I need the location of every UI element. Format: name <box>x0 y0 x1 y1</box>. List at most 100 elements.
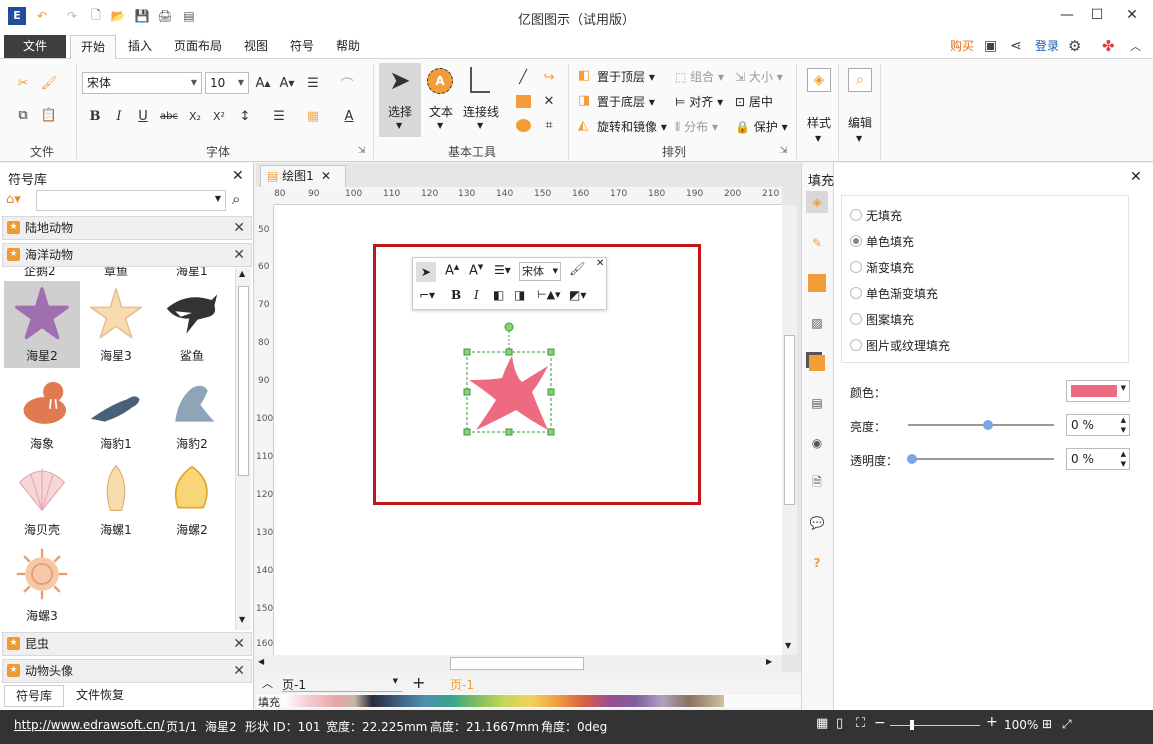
website-link[interactable]: http://www.edrawsoft.cn/ <box>14 718 164 732</box>
radio-picture-fill[interactable] <box>850 339 862 351</box>
tab-file-recovery[interactable]: 文件恢复 <box>66 685 134 707</box>
library-close-icon[interactable]: ✕ <box>232 168 244 184</box>
size-button[interactable]: ⇲ 大小 ▾ <box>735 68 783 85</box>
library-search-icon[interactable]: ⌕ <box>232 190 240 208</box>
settings-gear-icon[interactable]: ⚙ <box>1068 37 1081 55</box>
radio-mono-gradient-fill[interactable] <box>850 287 862 299</box>
shadow-tab-icon[interactable] <box>806 272 828 294</box>
group-button[interactable]: ⬚ 组合 ▾ <box>675 68 724 85</box>
menu-view[interactable]: 视图 <box>236 34 276 59</box>
mini-pointer-icon[interactable]: ➤ <box>416 262 436 282</box>
crop-icon[interactable]: ⌗ <box>538 114 560 136</box>
canvas-horizontal-scrollbar[interactable]: ◀ ▶ <box>256 655 782 672</box>
layer-tab-icon[interactable] <box>806 352 828 374</box>
shape-seal-2[interactable]: 海豹2 <box>154 374 230 452</box>
mini-font-select[interactable]: 宋体 ▼ <box>519 262 561 281</box>
mini-grow-font-icon[interactable]: A▲ <box>445 263 459 278</box>
cut-icon[interactable]: ✂ <box>12 72 34 94</box>
shape-conch-1[interactable]: 海螺1 <box>78 460 154 538</box>
mini-italic-icon[interactable]: I <box>474 288 479 302</box>
shape-starfish-3[interactable]: 海星3 <box>78 286 154 364</box>
buy-link[interactable]: 购买 <box>945 34 979 59</box>
mini-shrink-font-icon[interactable]: A▼ <box>469 263 483 278</box>
bold-icon[interactable]: B <box>84 105 106 127</box>
align-button[interactable]: ⊨ 对齐 ▾ <box>675 93 723 110</box>
shape-seashell[interactable]: 海贝壳 <box>4 460 80 538</box>
shape-seal-1[interactable]: 海豹1 <box>78 374 154 452</box>
center-button[interactable]: ⊡ 居中 <box>735 93 773 110</box>
paste-icon[interactable]: 📋 <box>38 104 60 126</box>
menu-symbol[interactable]: 符号 <box>282 34 322 59</box>
arc-icon[interactable]: ↪ <box>538 66 560 88</box>
minimize-button[interactable]: — <box>1052 4 1082 26</box>
rectangle-icon[interactable] <box>512 90 534 112</box>
mini-bold-icon[interactable]: B <box>451 288 461 302</box>
connector-tool[interactable]: 连接线 ▼ <box>460 63 502 137</box>
maximize-button[interactable]: ☐ <box>1082 4 1112 26</box>
close-icon[interactable]: ✕ <box>233 244 245 266</box>
fit-page-icon[interactable]: ⊞ <box>1042 717 1052 731</box>
page-select[interactable]: 页-1 ▼ <box>282 676 402 692</box>
page-bar-collapse-icon[interactable]: ︿ <box>262 675 273 691</box>
line-tab-icon[interactable]: ✎ <box>806 232 828 254</box>
edit-button[interactable]: ⌕ 编辑 ▼ <box>844 64 876 148</box>
library-scrollbar[interactable]: ▲ ▼ <box>235 268 251 630</box>
italic-icon[interactable]: I <box>108 105 130 127</box>
view-normal-icon[interactable]: ▦ <box>816 716 828 731</box>
add-page-icon[interactable]: + <box>412 673 425 692</box>
copy-icon[interactable]: ⧉ <box>12 104 34 126</box>
fullscreen-icon[interactable]: ⤢ <box>1062 717 1072 732</box>
radio-pattern-fill[interactable] <box>850 313 862 325</box>
subscript-icon[interactable]: X₂ <box>184 105 206 127</box>
transparency-thumb[interactable] <box>907 454 917 464</box>
starfish-shape[interactable] <box>460 318 560 440</box>
login-link[interactable]: 登录 <box>1030 34 1064 59</box>
shape-walrus[interactable]: 海象 <box>4 374 80 452</box>
close-tab-icon[interactable]: ✕ <box>321 166 331 187</box>
menu-help[interactable]: 帮助 <box>328 34 368 59</box>
image-tab-icon[interactable]: ▨ <box>806 312 828 334</box>
page-tab[interactable]: 页-1 <box>450 676 474 693</box>
menu-page-layout[interactable]: 页面布局 <box>166 34 230 59</box>
shape-conch-2[interactable]: 海螺2 <box>154 460 230 538</box>
data-tab-icon[interactable]: ▤ <box>806 392 828 414</box>
brightness-slider[interactable] <box>908 420 1054 430</box>
font-size-select[interactable]: 10 ▼ <box>205 72 249 94</box>
radio-solid-fill[interactable] <box>850 235 862 247</box>
category-animal-avatars[interactable]: ★ 动物头像 ✕ <box>2 659 252 683</box>
close-icon[interactable]: ✕ <box>233 660 245 682</box>
shape-conch-3[interactable]: 海螺3 <box>4 546 80 624</box>
menu-insert[interactable]: 插入 <box>120 34 160 59</box>
share-icon[interactable]: ⋖ <box>1010 38 1022 54</box>
close-icon[interactable]: ✕ <box>233 217 245 239</box>
select-tool[interactable]: ➤ 选择 ▼ <box>379 63 421 137</box>
mini-format-painter-icon[interactable]: 🖌 <box>569 262 586 277</box>
category-land-animals[interactable]: ★ 陆地动物 ✕ <box>2 216 252 240</box>
shape-shark[interactable]: 鲨鱼 <box>154 286 230 364</box>
mini-front-icon[interactable]: ◧ <box>493 288 504 302</box>
menu-file[interactable]: 文件 <box>4 35 66 58</box>
send-to-back-button[interactable]: 置于底层 ▾ <box>597 93 655 110</box>
close-icon[interactable]: ✕ <box>233 633 245 655</box>
bring-to-front-button[interactable]: 置于顶层 ▾ <box>597 68 655 85</box>
mini-position-icon[interactable]: ⊢▲▾ <box>537 288 561 301</box>
mini-style-icon[interactable]: ◩▾ <box>569 288 586 302</box>
transparency-slider[interactable] <box>907 454 1054 464</box>
category-sea-animals[interactable]: ★ 海洋动物 ✕ <box>2 243 252 267</box>
transparency-input[interactable]: 0 % ▲ ▼ <box>1066 448 1130 470</box>
brightness-input[interactable]: 0 % ▲ ▼ <box>1066 414 1130 436</box>
align-text-icon[interactable]: ☰ <box>302 72 324 94</box>
radio-gradient-fill[interactable] <box>850 261 862 273</box>
user-card-icon[interactable]: ▣ <box>984 38 997 54</box>
underline-icon[interactable]: U <box>132 105 154 127</box>
zoom-in-icon[interactable]: + <box>986 714 998 730</box>
help-tab-icon[interactable]: ? <box>806 552 828 574</box>
line-icon[interactable]: ╱ <box>512 66 534 88</box>
zoom-slider[interactable] <box>890 720 980 730</box>
library-search-input[interactable]: ▼ <box>36 190 226 211</box>
font-dialog-launcher-icon[interactable]: ⇲ <box>358 146 366 156</box>
menu-home[interactable]: 开始 <box>70 35 116 60</box>
apps-icon[interactable]: ✤ <box>1102 37 1115 55</box>
mini-back-icon[interactable]: ◨ <box>514 288 525 302</box>
protect-button[interactable]: 🔒 保护 ▾ <box>735 118 788 135</box>
